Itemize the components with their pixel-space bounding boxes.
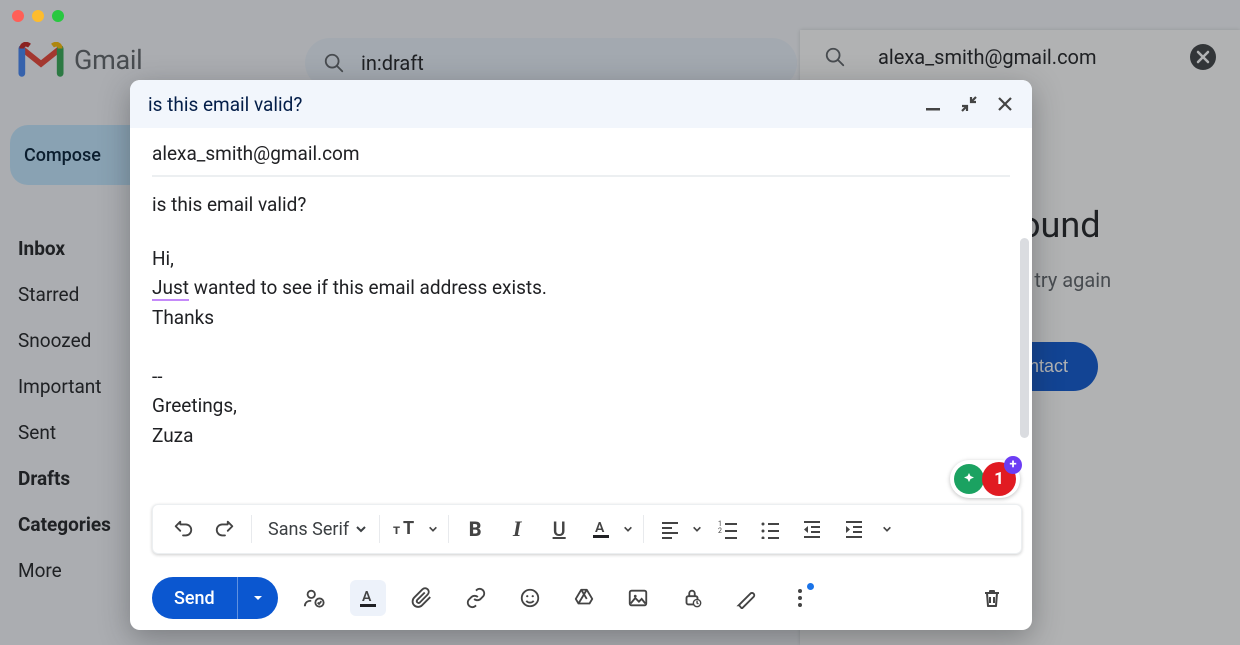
bold-button[interactable]: B — [455, 509, 495, 549]
plus-icon: + — [1004, 456, 1022, 474]
to-field[interactable]: alexa_smith@gmail.com — [130, 128, 1032, 175]
send-button-label: Send — [174, 588, 215, 609]
body-line: -- — [152, 362, 1010, 391]
close-icon[interactable] — [996, 95, 1014, 113]
svg-text:2: 2 — [718, 527, 722, 535]
send-button[interactable]: Send — [152, 577, 278, 619]
shrink-icon[interactable] — [960, 95, 978, 113]
body-line: Zuza — [152, 421, 1010, 450]
chevron-down-icon — [355, 523, 367, 535]
body-line — [152, 332, 1010, 361]
subject-field[interactable]: is this email valid? — [152, 176, 1010, 234]
body-line: Thanks — [152, 303, 1010, 332]
attach-icon[interactable] — [404, 580, 440, 616]
notification-dot-icon — [807, 583, 814, 590]
numbered-list-button[interactable]: 12 — [708, 509, 748, 549]
to-field-value: alexa_smith@gmail.com — [152, 142, 360, 165]
font-family-select[interactable]: Sans Serif — [258, 519, 373, 540]
text-color-button[interactable]: A — [581, 509, 621, 549]
body-line: Hi, — [152, 244, 1010, 273]
compose-title: is this email valid? — [148, 93, 924, 116]
body-line: Greetings, — [152, 391, 1010, 420]
emoji-icon[interactable] — [512, 580, 548, 616]
bullet-list-button[interactable] — [750, 509, 790, 549]
confidential-icon[interactable] — [674, 580, 710, 616]
underline-button[interactable]: U — [539, 509, 579, 549]
compose-window: is this email valid? alexa_smith@gmail.c… — [130, 80, 1032, 630]
spellcheck-underline: Just — [152, 276, 189, 301]
minimize-window-dot[interactable] — [32, 10, 44, 22]
italic-button[interactable]: I — [497, 509, 537, 549]
subject-field-value: is this email valid? — [152, 193, 306, 216]
close-window-dot[interactable] — [12, 10, 24, 22]
svg-text:A: A — [362, 589, 372, 605]
compose-action-bar: Send A — [130, 566, 1032, 630]
window-controls — [12, 10, 64, 22]
indent-less-button[interactable] — [792, 509, 832, 549]
grammar-badge[interactable]: 1 + — [982, 462, 1016, 496]
discard-draft-icon[interactable] — [974, 580, 1010, 616]
chevron-down-icon[interactable] — [692, 524, 702, 534]
font-family-value: Sans Serif — [268, 519, 349, 540]
chevron-down-icon[interactable] — [428, 524, 438, 534]
compose-header: is this email valid? — [130, 80, 1032, 128]
undo-button[interactable] — [163, 509, 203, 549]
svg-text:T: T — [403, 519, 414, 539]
add-recipients-icon[interactable] — [296, 580, 332, 616]
chevron-down-icon[interactable] — [882, 524, 892, 534]
smart-compose-icon[interactable] — [954, 464, 984, 494]
message-body[interactable]: Hi, Just wanted to see if this email add… — [130, 234, 1032, 504]
fullscreen-window-dot[interactable] — [52, 10, 64, 22]
svg-text:A: A — [595, 520, 605, 536]
font-size-button[interactable]: тT — [386, 509, 426, 549]
link-icon[interactable] — [458, 580, 494, 616]
indent-more-button[interactable] — [834, 509, 874, 549]
grammar-badge-count: 1 — [994, 466, 1004, 492]
svg-text:т: т — [393, 522, 400, 538]
body-line: Just wanted to see if this email address… — [152, 273, 1010, 302]
image-icon[interactable] — [620, 580, 656, 616]
text-format-icon[interactable]: A — [350, 580, 386, 616]
minimize-icon[interactable] — [924, 95, 942, 113]
formatting-toolbar: Sans Serif тT B I U A 12 — [152, 504, 1022, 554]
chevron-down-icon[interactable] — [623, 524, 633, 534]
signature-icon[interactable] — [728, 580, 764, 616]
more-options-icon[interactable] — [782, 580, 818, 616]
redo-button[interactable] — [205, 509, 245, 549]
scrollbar[interactable] — [1020, 238, 1029, 438]
writing-assist-badges: 1 + — [950, 460, 1020, 498]
send-options-button[interactable] — [238, 592, 278, 604]
drive-icon[interactable] — [566, 580, 602, 616]
align-button[interactable] — [650, 509, 690, 549]
